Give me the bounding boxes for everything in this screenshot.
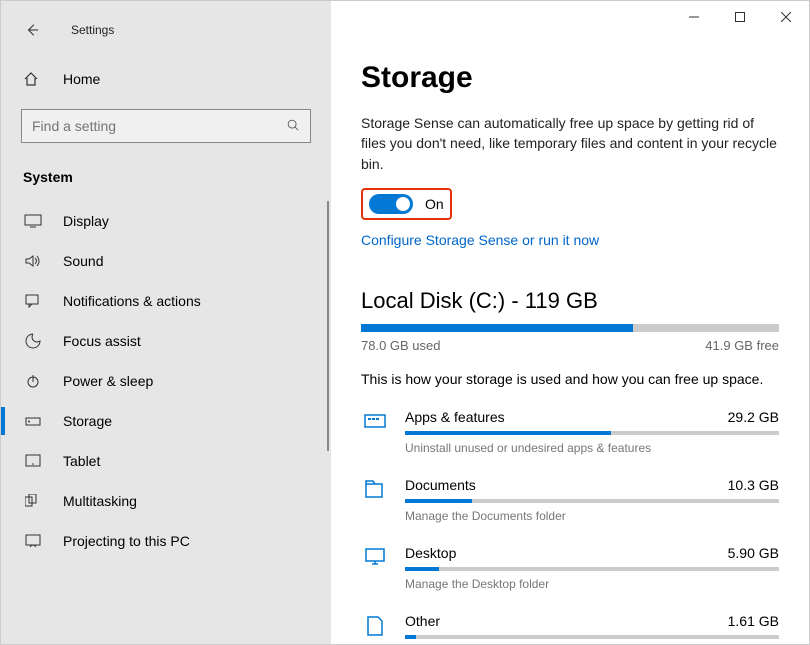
- disk-title: Local Disk (C:) - 119 GB: [361, 288, 779, 314]
- sidebar-scrollbar[interactable]: [327, 201, 329, 451]
- storage-icon: [23, 415, 43, 427]
- window-title: Settings: [71, 23, 114, 37]
- nav-list: Display Sound Notifications & actions Fo…: [1, 201, 331, 561]
- multitasking-icon: [23, 494, 43, 508]
- page-title: Storage: [361, 61, 779, 95]
- sidebar-item-storage[interactable]: Storage: [1, 401, 331, 441]
- category-documents[interactable]: Documents 10.3 GB Manage the Documents fo…: [361, 477, 779, 523]
- search-icon: [286, 118, 300, 135]
- category-size: 1.61 GB: [728, 613, 779, 629]
- disk-usage-bar: [361, 324, 779, 332]
- nav-label: Power & sleep: [63, 373, 153, 389]
- home-icon: [23, 71, 43, 87]
- category-name: Documents: [405, 477, 476, 493]
- sidebar: Settings Home System Display: [1, 1, 331, 644]
- disk-free-label: 41.9 GB free: [705, 338, 779, 353]
- main-panel: Storage Storage Sense can automatically …: [331, 1, 809, 644]
- power-icon: [23, 373, 43, 389]
- category-size: 10.3 GB: [728, 477, 779, 493]
- category-name: Other: [405, 613, 440, 629]
- storage-sense-description: Storage Sense can automatically free up …: [361, 113, 779, 174]
- sidebar-item-tablet[interactable]: Tablet: [1, 441, 331, 481]
- focus-assist-icon: [23, 333, 43, 349]
- disk-used-label: 78.0 GB used: [361, 338, 441, 353]
- documents-icon: [361, 479, 389, 499]
- sidebar-item-power-sleep[interactable]: Power & sleep: [1, 361, 331, 401]
- nav-label: Multitasking: [63, 493, 137, 509]
- nav-label: Focus assist: [63, 333, 141, 349]
- sidebar-item-notifications[interactable]: Notifications & actions: [1, 281, 331, 321]
- configure-storage-sense-link[interactable]: Configure Storage Sense or run it now: [361, 232, 599, 248]
- category-size: 5.90 GB: [728, 545, 779, 561]
- nav-label: Sound: [63, 253, 103, 269]
- category-hint: Uninstall unused or undesired apps & fea…: [405, 441, 779, 455]
- category-hint: Manage the Desktop folder: [405, 577, 779, 591]
- minimize-button[interactable]: [671, 1, 717, 33]
- sidebar-item-projecting[interactable]: Projecting to this PC: [1, 521, 331, 561]
- close-button[interactable]: [763, 1, 809, 33]
- toggle-state-label: On: [425, 196, 444, 212]
- display-icon: [23, 214, 43, 228]
- nav-label: Projecting to this PC: [63, 533, 190, 549]
- category-other[interactable]: Other 1.61 GB: [361, 613, 779, 644]
- desktop-icon: [361, 547, 389, 565]
- maximize-button[interactable]: [717, 1, 763, 33]
- apps-icon: [361, 411, 389, 429]
- sidebar-item-sound[interactable]: Sound: [1, 241, 331, 281]
- search-input[interactable]: [21, 109, 311, 143]
- nav-label: Display: [63, 213, 109, 229]
- nav-label: Storage: [63, 413, 112, 429]
- sidebar-item-focus-assist[interactable]: Focus assist: [1, 321, 331, 361]
- section-header-system: System: [1, 159, 331, 201]
- notifications-icon: [23, 294, 43, 308]
- projecting-icon: [23, 534, 43, 548]
- category-hint: Manage the Documents folder: [405, 509, 779, 523]
- sound-icon: [23, 254, 43, 268]
- tablet-icon: [23, 454, 43, 468]
- sidebar-item-multitasking[interactable]: Multitasking: [1, 481, 331, 521]
- disk-usage-fill: [361, 324, 633, 332]
- back-button[interactable]: [23, 21, 41, 39]
- storage-breakdown-description: This is how your storage is used and how…: [361, 371, 779, 387]
- category-desktop[interactable]: Desktop 5.90 GB Manage the Desktop folder: [361, 545, 779, 591]
- sidebar-item-display[interactable]: Display: [1, 201, 331, 241]
- storage-sense-toggle-highlight: On: [361, 188, 452, 220]
- nav-label: Tablet: [63, 453, 100, 469]
- category-name: Desktop: [405, 545, 456, 561]
- nav-label: Notifications & actions: [63, 293, 201, 309]
- category-name: Apps & features: [405, 409, 505, 425]
- category-apps-features[interactable]: Apps & features 29.2 GB Uninstall unused …: [361, 409, 779, 455]
- search-field[interactable]: [32, 118, 273, 134]
- category-size: 29.2 GB: [728, 409, 779, 425]
- other-icon: [361, 615, 389, 637]
- storage-sense-toggle[interactable]: [369, 194, 413, 214]
- home-nav[interactable]: Home: [1, 59, 331, 99]
- home-label: Home: [63, 71, 100, 87]
